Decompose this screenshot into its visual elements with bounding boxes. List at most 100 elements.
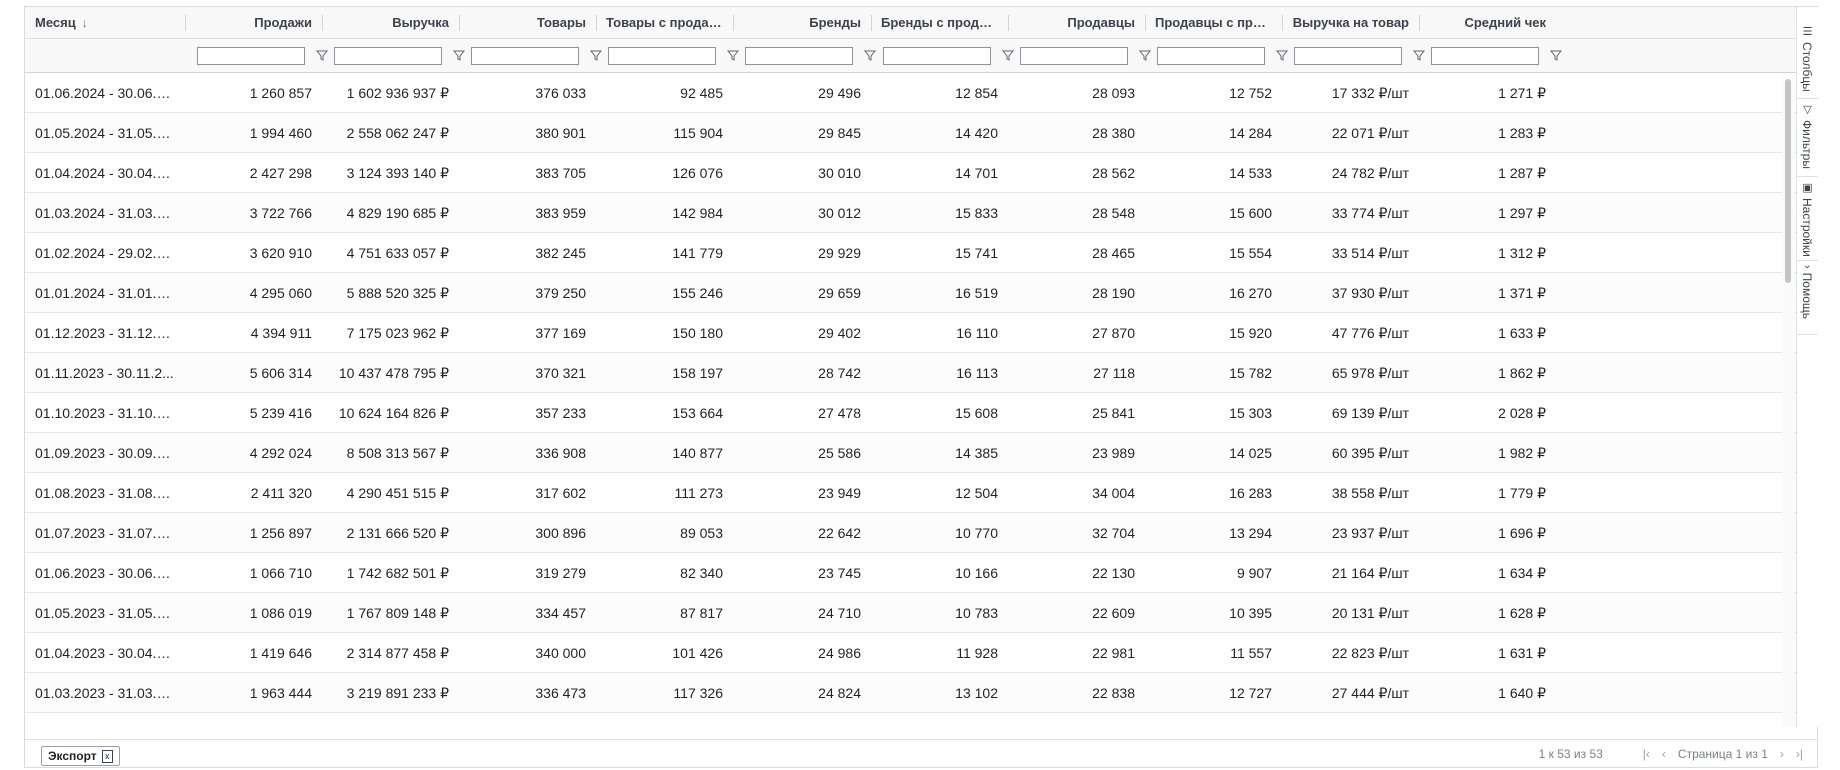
table-cell[interactable]: 2 028 ₽ (1419, 393, 1556, 433)
table-cell[interactable]: 22 130 (1008, 553, 1145, 593)
vertical-scrollbar[interactable] (1782, 73, 1794, 727)
column-resize-handle[interactable] (1145, 15, 1146, 31)
table-cell[interactable]: 34 004 (1008, 473, 1145, 513)
table-cell[interactable]: 15 608 (871, 393, 1008, 433)
filter-funnel-icon[interactable] (1549, 48, 1563, 62)
table-row[interactable]: 01.04.2023 - 30.04.2... 1 419 646 2 314 87… (25, 633, 1796, 673)
table-cell[interactable]: 23 989 (1008, 433, 1145, 473)
table-cell[interactable]: 82 340 (596, 553, 733, 593)
table-cell[interactable]: 153 664 (596, 393, 733, 433)
table-cell[interactable]: 1 963 444 (185, 673, 322, 713)
table-cell[interactable]: 9 907 (1145, 553, 1282, 593)
table-cell[interactable]: 28 548 (1008, 193, 1145, 233)
table-cell[interactable]: 4 394 911 (185, 313, 322, 353)
table-row[interactable]: 01.07.2023 - 31.07.2... 1 256 897 2 131 66… (25, 513, 1796, 553)
table-cell[interactable]: 32 704 (1008, 513, 1145, 553)
table-cell[interactable]: 14 533 (1145, 153, 1282, 193)
table-cell[interactable]: 4 295 060 (185, 273, 322, 313)
table-cell[interactable]: 16 519 (871, 273, 1008, 313)
table-cell[interactable]: 115 904 (596, 113, 733, 153)
filter-input[interactable] (608, 47, 716, 65)
table-cell[interactable]: 15 782 (1145, 353, 1282, 393)
table-cell[interactable]: 382 245 (459, 233, 596, 273)
table-cell[interactable]: 13 102 (871, 673, 1008, 713)
column-resize-handle[interactable] (871, 15, 872, 31)
table-cell[interactable]: 3 124 393 140 ₽ (322, 153, 459, 193)
table-cell[interactable]: 340 000 (459, 633, 596, 673)
column-header-10[interactable]: Средний чек (1419, 7, 1556, 39)
filter-input[interactable] (471, 47, 579, 65)
side-tab-filters[interactable]: ▽ Фильтры (1797, 99, 1818, 177)
filter-input[interactable] (883, 47, 991, 65)
column-resize-handle[interactable] (185, 15, 186, 31)
table-cell[interactable]: 30 010 (733, 153, 871, 193)
table-cell[interactable]: 10 166 (871, 553, 1008, 593)
table-cell[interactable]: 140 877 (596, 433, 733, 473)
table-cell[interactable]: 10 437 478 795 ₽ (322, 353, 459, 393)
table-cell[interactable]: 12 854 (871, 73, 1008, 113)
table-cell[interactable]: 336 473 (459, 673, 596, 713)
table-cell[interactable]: 16 270 (1145, 273, 1282, 313)
table-cell[interactable]: 383 959 (459, 193, 596, 233)
column-header-3[interactable]: Товары (459, 7, 596, 39)
table-cell[interactable]: 23 949 (733, 473, 871, 513)
table-cell[interactable]: 24 710 (733, 593, 871, 633)
table-cell[interactable]: 1 628 ₽ (1419, 593, 1556, 633)
table-cell[interactable]: 2 131 666 520 ₽ (322, 513, 459, 553)
table-cell[interactable]: 12 727 (1145, 673, 1282, 713)
table-cell[interactable]: 15 920 (1145, 313, 1282, 353)
table-row[interactable]: 01.06.2024 - 30.06.2... 1 260 857 1 602 93… (25, 73, 1796, 113)
table-cell[interactable]: 12 504 (871, 473, 1008, 513)
table-cell[interactable]: 16 110 (871, 313, 1008, 353)
first-page-icon[interactable]: |‹ (1643, 740, 1650, 768)
table-cell[interactable]: 23 745 (733, 553, 871, 593)
table-cell[interactable]: 60 395 ₽/шт (1282, 433, 1419, 473)
column-resize-handle[interactable] (1419, 15, 1420, 31)
table-cell[interactable]: 01.07.2023 - 31.07.2... (25, 513, 185, 553)
table-cell[interactable]: 16 283 (1145, 473, 1282, 513)
column-header-8[interactable]: Продавцы с прода... (1145, 7, 1282, 39)
table-cell[interactable]: 01.09.2023 - 30.09.2... (25, 433, 185, 473)
table-cell[interactable]: 1 260 857 (185, 73, 322, 113)
table-cell[interactable]: 7 175 023 962 ₽ (322, 313, 459, 353)
table-cell[interactable]: 1 631 ₽ (1419, 633, 1556, 673)
table-cell[interactable]: 1 283 ₽ (1419, 113, 1556, 153)
table-cell[interactable]: 4 751 633 057 ₽ (322, 233, 459, 273)
side-tab-columns[interactable]: ☰ Столбцы (1797, 21, 1818, 99)
prev-page-icon[interactable]: ‹ (1662, 740, 1666, 768)
table-cell[interactable]: 22 823 ₽/шт (1282, 633, 1419, 673)
table-cell[interactable]: 01.04.2024 - 30.04.2... (25, 153, 185, 193)
table-cell[interactable]: 13 294 (1145, 513, 1282, 553)
filter-input[interactable] (197, 47, 305, 65)
table-cell[interactable]: 38 558 ₽/шт (1282, 473, 1419, 513)
table-cell[interactable]: 01.05.2023 - 31.05.2... (25, 593, 185, 633)
table-row[interactable]: 01.09.2023 - 30.09.2... 4 292 024 8 508 31… (25, 433, 1796, 473)
table-cell[interactable]: 141 779 (596, 233, 733, 273)
table-cell[interactable]: 4 290 451 515 ₽ (322, 473, 459, 513)
table-cell[interactable]: 8 508 313 567 ₽ (322, 433, 459, 473)
table-cell[interactable]: 01.03.2024 - 31.03.2... (25, 193, 185, 233)
filter-input[interactable] (745, 47, 853, 65)
table-cell[interactable]: 30 012 (733, 193, 871, 233)
table-cell[interactable]: 317 602 (459, 473, 596, 513)
table-cell[interactable]: 28 742 (733, 353, 871, 393)
table-cell[interactable]: 300 896 (459, 513, 596, 553)
table-cell[interactable]: 29 659 (733, 273, 871, 313)
table-cell[interactable]: 150 180 (596, 313, 733, 353)
table-row[interactable]: 01.05.2024 - 31.05.2... 1 994 460 2 558 06… (25, 113, 1796, 153)
column-header-5[interactable]: Бренды (733, 7, 871, 39)
table-row[interactable]: 01.03.2024 - 31.03.2... 3 722 766 4 829 19… (25, 193, 1796, 233)
table-cell[interactable]: 28 093 (1008, 73, 1145, 113)
table-cell[interactable]: 17 332 ₽/шт (1282, 73, 1419, 113)
table-cell[interactable]: 47 776 ₽/шт (1282, 313, 1419, 353)
table-cell[interactable]: 01.06.2023 - 30.06.2... (25, 553, 185, 593)
table-cell[interactable]: 380 901 (459, 113, 596, 153)
table-cell[interactable]: 1 312 ₽ (1419, 233, 1556, 273)
table-row[interactable]: 01.05.2023 - 31.05.2... 1 086 019 1 767 80… (25, 593, 1796, 633)
table-cell[interactable]: 01.08.2023 - 31.08.2... (25, 473, 185, 513)
filter-input[interactable] (1157, 47, 1265, 65)
table-cell[interactable]: 92 485 (596, 73, 733, 113)
table-cell[interactable]: 111 273 (596, 473, 733, 513)
table-cell[interactable]: 11 557 (1145, 633, 1282, 673)
table-cell[interactable]: 336 908 (459, 433, 596, 473)
